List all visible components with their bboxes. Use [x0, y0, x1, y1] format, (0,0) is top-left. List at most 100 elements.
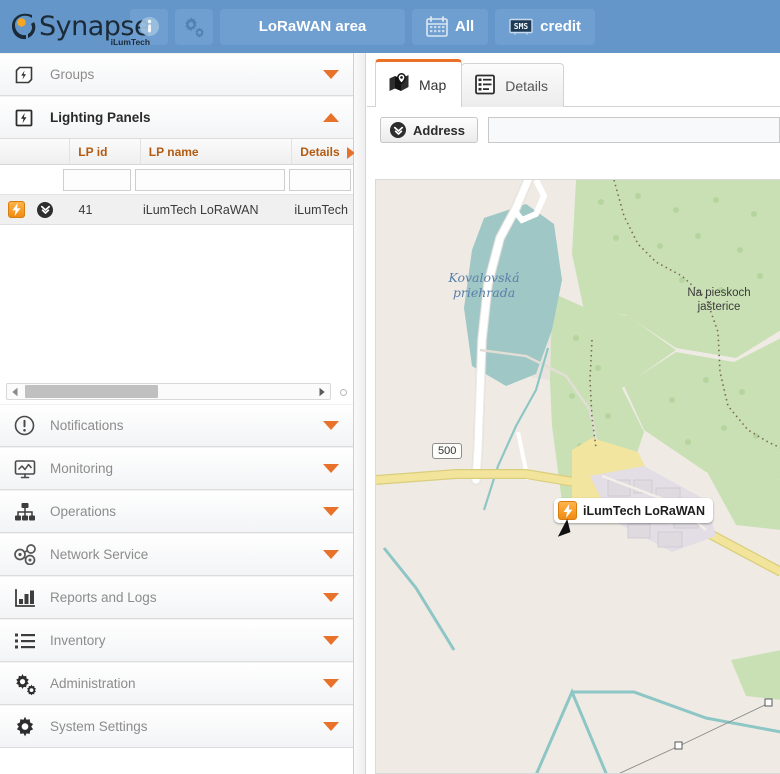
table-header-lp-id[interactable]: LP id [70, 138, 141, 165]
table-header-details[interactable]: Details [292, 139, 355, 165]
period-filter-button[interactable]: All [412, 8, 489, 45]
filter-blank-cell [0, 165, 61, 195]
sidebar-label-notifications: Notifications [50, 418, 124, 433]
scrollbar-thumb[interactable] [25, 385, 158, 398]
table-filter-row [0, 165, 353, 195]
cell-lp-id: 41 [78, 202, 93, 217]
panel-bolt-icon [14, 108, 44, 128]
map-pin-icon [388, 73, 410, 96]
marker-callout[interactable]: iLumTech LoRaWAN [554, 498, 713, 523]
chevron-down-icon[interactable] [323, 550, 339, 559]
chevron-down-icon[interactable] [323, 679, 339, 688]
filter-details-input[interactable] [289, 168, 351, 191]
gears-icon [14, 673, 44, 695]
tab-details[interactable]: Details [461, 63, 565, 107]
address-button-label: Address [413, 122, 466, 138]
app-logo: Synapse iLumTech [0, 0, 151, 53]
scroll-left-arrow-icon[interactable] [7, 387, 23, 397]
sms-icon: SMS [509, 18, 533, 36]
sidebar-section-network-service[interactable]: Network Service [0, 533, 353, 576]
sidebar-section-groups[interactable]: Groups [0, 53, 353, 96]
table-header-blank[interactable] [0, 138, 71, 165]
exclamation-circle-icon [14, 415, 44, 436]
tab-details-label: Details [505, 77, 549, 94]
logo-wordmark: Synapse [39, 11, 151, 42]
cell-lp-name: iLumTech LoRaWAN [143, 202, 259, 217]
sidebar-section-system-settings[interactable]: System Settings [0, 705, 353, 748]
lightning-panel-icon [558, 501, 577, 520]
info-icon [139, 16, 160, 37]
chevron-down-icon[interactable] [323, 722, 339, 731]
lorawan-area-button[interactable]: LoRaWAN area [220, 8, 405, 45]
sidebar-section-notifications[interactable]: Notifications [0, 404, 353, 447]
monitor-chart-icon [14, 459, 44, 479]
lorawan-area-label: LoRaWAN area [258, 18, 367, 35]
tab-map[interactable]: Map [375, 59, 463, 107]
panel-bolt-icon [14, 65, 44, 85]
table-header-row: LP id LP name Details [0, 138, 355, 165]
address-bar: Address [367, 107, 780, 153]
sidebar-label-network-service: Network Service [50, 547, 149, 562]
panel-resize-handle[interactable] [340, 389, 347, 396]
sidebar-label-inventory: Inventory [50, 633, 106, 648]
sidebar-label-groups: Groups [50, 67, 95, 82]
network-nodes-icon [14, 544, 44, 565]
list-icon [14, 632, 44, 650]
map-vector-layer [376, 180, 780, 773]
credit-button[interactable]: SMS credit [495, 8, 596, 45]
sidebar-label-operations: Operations [50, 504, 117, 519]
chevron-down-icon[interactable] [323, 636, 339, 645]
row-icons-cell [0, 195, 71, 225]
table-header-details-label: Details [300, 144, 340, 159]
marker-label: iLumTech LoRaWAN [583, 503, 705, 518]
sidebar-label-reports-and-logs: Reports and Logs [50, 590, 157, 605]
chevron-up-icon[interactable] [323, 113, 339, 122]
sidebar-label-administration: Administration [50, 676, 136, 691]
sidebar-section-reports-and-logs[interactable]: Reports and Logs [0, 576, 353, 619]
sidebar-section-lighting-panels[interactable]: Lighting Panels [0, 96, 353, 139]
list-details-icon [474, 74, 496, 98]
sidebar-label-monitoring: Monitoring [50, 461, 114, 476]
chevron-down-icon[interactable] [323, 70, 339, 79]
left-sidebar: Groups Lighting Panels LP id LP name Det… [0, 53, 355, 774]
scroll-right-arrow-icon[interactable] [314, 387, 330, 397]
lightning-panel-icon [8, 201, 25, 218]
chevron-down-icon[interactable] [323, 464, 339, 473]
table-header-lp-name[interactable]: LP name [141, 138, 293, 165]
tab-bar: Map Details [367, 53, 780, 107]
settings-button[interactable] [175, 8, 213, 45]
bar-chart-icon [14, 588, 44, 608]
filter-lp-id-input[interactable] [63, 168, 131, 191]
chevron-down-icon[interactable] [323, 593, 339, 602]
sidebar-section-operations[interactable]: Operations [0, 490, 353, 533]
synapse-swirl-icon [12, 13, 38, 41]
logo-subtitle: iLumTech [110, 37, 151, 47]
sitemap-icon [14, 502, 44, 522]
address-input[interactable] [488, 117, 780, 143]
chevron-double-down-icon [390, 122, 406, 138]
cell-details: iLumTech [294, 202, 348, 217]
period-filter-label: All [455, 18, 475, 35]
chevron-down-icon[interactable] [323, 507, 339, 516]
app-header: Synapse iLumTech LoRaWAN area All SMS cr… [0, 0, 780, 53]
table-horizontal-scrollbar[interactable] [6, 383, 331, 400]
calendar-icon [426, 16, 448, 37]
map-marker[interactable]: iLumTech LoRaWAN [554, 498, 713, 541]
lighting-panels-table: LP id LP name Details 41 iLumTech LoRaWA… [0, 138, 355, 404]
chevron-double-down-icon[interactable] [37, 201, 53, 218]
sidebar-section-administration[interactable]: Administration [0, 662, 353, 705]
gears-icon [182, 16, 206, 38]
address-button[interactable]: Address [380, 117, 479, 143]
tab-map-label: Map [419, 76, 447, 93]
table-row[interactable]: 41 iLumTech LoRaWAN iLumTech [0, 195, 353, 225]
main-panel: Map Details Address Kovalovská priehrada… [367, 53, 780, 774]
chevron-down-icon[interactable] [323, 421, 339, 430]
filter-lp-name-input[interactable] [135, 168, 285, 191]
map-canvas[interactable]: Kovalovská priehrada Na pieskoch jašteri… [375, 179, 780, 774]
sidebar-section-inventory[interactable]: Inventory [0, 619, 353, 662]
scrollbar-track[interactable] [23, 384, 314, 399]
sidebar-section-monitoring[interactable]: Monitoring [0, 447, 353, 490]
road-shield: 500 [432, 443, 463, 459]
panel-splitter[interactable] [354, 53, 366, 774]
gear-icon [14, 716, 44, 738]
